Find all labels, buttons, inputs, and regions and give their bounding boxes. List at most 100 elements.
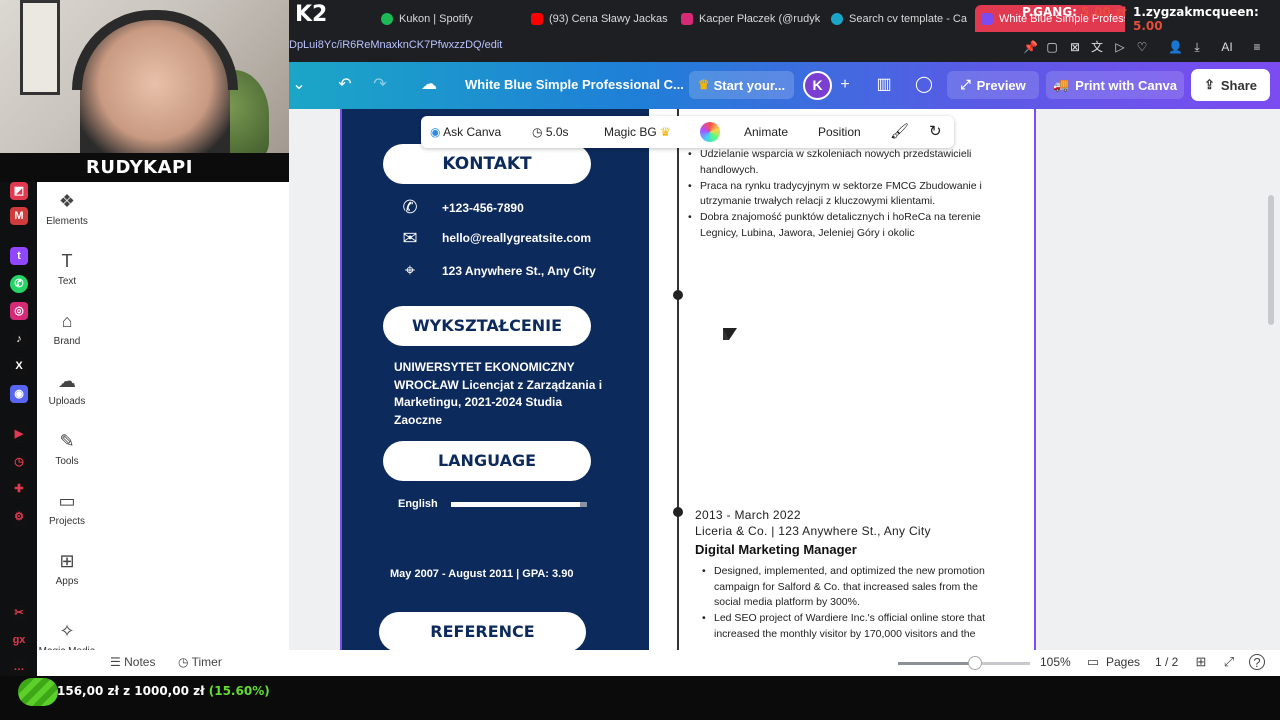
rail-elements[interactable]: ❖ Elements xyxy=(37,190,97,227)
translate-icon[interactable]: 文 xyxy=(1090,40,1104,54)
rail-tools[interactable]: ✎ Tools xyxy=(37,430,97,467)
timeline-dot xyxy=(673,507,683,517)
job2-bullets[interactable]: Designed, implemented, and optimized the… xyxy=(702,564,1004,643)
uploads-icon: ☁ xyxy=(58,371,76,391)
gx-icon[interactable]: gx xyxy=(10,631,28,649)
paint-format-icon[interactable]: 🖌 xyxy=(890,116,909,148)
reference-heading[interactable]: REFERENCE xyxy=(379,612,586,652)
gpa-line[interactable]: May 2007 - August 2011 | GPA: 3.90 xyxy=(390,568,573,580)
profile-icon[interactable]: 👤 xyxy=(1168,40,1183,54)
phone-number[interactable]: +123-456-7890 xyxy=(442,201,524,215)
url-text[interactable]: DpLui8Yc/iR6ReMnaxknCK7PfwxzzDQ/edit xyxy=(289,39,502,51)
job2-company[interactable]: Liceria & Co. | 123 Anywhere St., Any Ci… xyxy=(695,524,931,538)
extension-icon[interactable]: ✚ xyxy=(10,480,28,498)
discord-icon[interactable]: ◉ xyxy=(10,385,28,403)
heart-icon[interactable]: ♡ xyxy=(1135,40,1149,54)
print-with-canva-button[interactable]: 🚚 Print with Canva xyxy=(1046,71,1184,99)
zoom-level[interactable]: 105% xyxy=(1040,655,1071,669)
rail-apps[interactable]: ⊞ Apps xyxy=(37,550,97,587)
contact-heading[interactable]: KONTAKT xyxy=(383,144,591,184)
canva-doc-icon xyxy=(981,12,993,25)
document-title[interactable]: White Blue Simple Professional C... xyxy=(465,77,684,92)
tab-instagram[interactable]: Kacper Płaczek (@rudyk xyxy=(675,5,820,32)
strip-icon-extra[interactable]: ✂ xyxy=(10,604,28,622)
email-icon: ✉ xyxy=(402,228,418,248)
email-address[interactable]: hello@reallygreatsite.com xyxy=(442,231,591,245)
app-icon-1[interactable]: ◩ xyxy=(10,182,28,200)
list-item: Designed, implemented, and optimized the… xyxy=(702,564,1004,611)
education-text[interactable]: UNIWERSYTET EKONOMICZNY WROCŁAW Licencja… xyxy=(394,359,604,429)
color-picker[interactable] xyxy=(700,122,720,142)
play-icon[interactable]: ▷ xyxy=(1113,40,1127,54)
pages-button[interactable]: Pages xyxy=(1106,655,1140,669)
redo-icon[interactable]: ↷ xyxy=(368,73,392,97)
clock-icon: ◷ xyxy=(532,125,543,139)
address[interactable]: 123 Anywhere St., Any City xyxy=(442,264,596,278)
position-button[interactable]: Position xyxy=(818,116,861,148)
share-icon: ⇪ xyxy=(1203,77,1215,92)
location-icon: ⌖ xyxy=(404,260,416,280)
avatar[interactable]: K xyxy=(803,71,832,100)
grid-view-icon[interactable]: ⊞ xyxy=(1193,654,1209,670)
settings-icon[interactable]: ⚙ xyxy=(10,508,28,526)
pin-icon[interactable]: 📌 xyxy=(1023,40,1038,54)
timeline-dot xyxy=(673,290,683,300)
vertical-scrollbar[interactable] xyxy=(1268,195,1274,325)
menu-icon[interactable]: ≡ xyxy=(1250,40,1264,54)
download-icon[interactable]: ⤓ xyxy=(1190,40,1204,54)
duration-button[interactable]: ◷ 5.0s xyxy=(532,116,569,148)
tab-youtube[interactable]: (93) Cena Sławy Jackas xyxy=(525,5,670,32)
gmail-icon[interactable]: M xyxy=(10,207,28,225)
rail-uploads[interactable]: ☁ Uploads xyxy=(37,370,97,407)
undo-icon[interactable]: ↶ xyxy=(333,73,357,97)
stream-logo: K2 xyxy=(295,2,328,27)
ask-canva-button[interactable]: ◉ Ask Canva xyxy=(430,116,501,148)
education-heading[interactable]: WYKSZTAŁCENIE xyxy=(383,306,591,346)
comment-icon[interactable]: ◯ xyxy=(912,73,936,97)
add-comment-icon[interactable]: ↻ xyxy=(929,116,942,148)
play-circle-icon[interactable]: ▶ xyxy=(10,425,28,443)
tiktok-icon[interactable]: ♪ xyxy=(10,330,28,348)
language-name[interactable]: English xyxy=(398,498,438,510)
start-trial-button[interactable]: ♛ Start your... xyxy=(689,71,794,99)
preview-button[interactable]: ⤢ Preview xyxy=(947,71,1039,99)
twitch-icon[interactable]: t xyxy=(10,247,28,265)
history-icon[interactable]: ◷ xyxy=(10,453,28,471)
screenshot-icon[interactable]: ▢ xyxy=(1045,40,1059,54)
rail-text[interactable]: T Text xyxy=(37,250,97,287)
list-item: Udzielanie wsparcia w szkoleniach nowych… xyxy=(688,147,993,178)
cloud-saved-icon[interactable]: ☁ xyxy=(417,73,441,97)
brand-icon: ⌂ xyxy=(61,311,73,331)
job2-dates[interactable]: 2013 - March 2022 xyxy=(695,508,801,522)
job1-bullets[interactable]: Udzielanie wsparcia w szkoleniach nowych… xyxy=(688,147,993,242)
magic-bg-button[interactable]: Magic BG ♛ xyxy=(604,116,671,148)
crown-icon: ♛ xyxy=(660,125,671,139)
tab-spotify[interactable]: Kukon | Spotify xyxy=(375,5,505,32)
more-icon[interactable]: … xyxy=(10,658,28,676)
rail-brand[interactable]: ⌂ Brand xyxy=(37,310,97,347)
insights-icon[interactable]: ▥ xyxy=(872,73,896,97)
pages-icon[interactable]: ▭ xyxy=(1085,654,1101,670)
expand-icon: ⤢ xyxy=(960,77,971,92)
help-icon[interactable]: ? xyxy=(1249,654,1265,670)
animate-button[interactable]: Animate xyxy=(744,116,788,148)
zoom-slider-handle[interactable] xyxy=(968,656,982,670)
add-icon[interactable]: + xyxy=(833,73,857,97)
instagram-icon[interactable]: ◎ xyxy=(10,302,28,320)
ai-icon[interactable]: AI xyxy=(1214,40,1240,54)
rail-projects[interactable]: ▭ Projects xyxy=(37,490,97,527)
youtube-icon xyxy=(531,12,543,25)
x-icon[interactable]: X xyxy=(10,357,28,375)
whatsapp-icon[interactable]: ✆ xyxy=(10,275,28,293)
notes-button[interactable]: ☰ Notes xyxy=(110,655,155,669)
timer-button[interactable]: ◷ Timer xyxy=(178,655,222,669)
language-heading[interactable]: LANGUAGE xyxy=(383,441,591,481)
tab-canva-search[interactable]: Search cv template - Ca xyxy=(825,5,970,32)
share-button[interactable]: ⇪ Share xyxy=(1191,69,1270,101)
page-count[interactable]: 1 / 2 xyxy=(1155,655,1178,669)
list-item: Led SEO project of Wardiere Inc.'s offic… xyxy=(702,611,1004,642)
fullscreen-icon[interactable]: ⤢ xyxy=(1221,654,1237,670)
chevron-down-icon[interactable]: ⌄ xyxy=(287,73,311,97)
job2-title[interactable]: Digital Marketing Manager xyxy=(695,542,857,557)
block-icon[interactable]: ⊠ xyxy=(1068,40,1082,54)
